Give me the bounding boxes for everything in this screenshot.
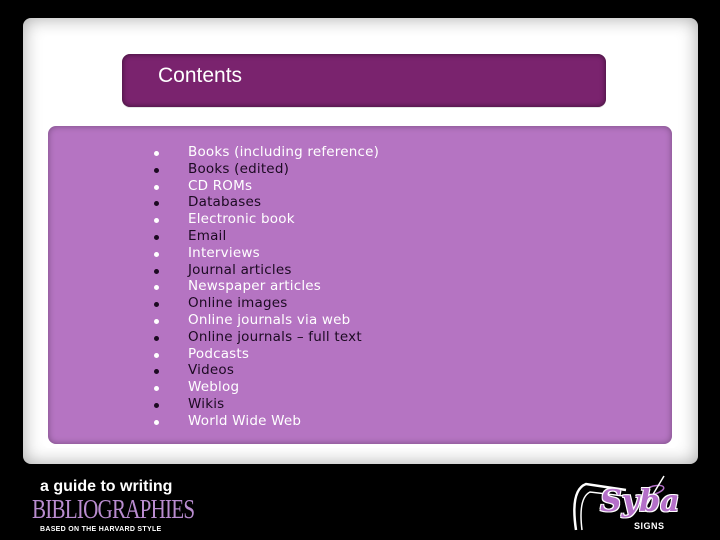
bullet-icon bbox=[154, 302, 159, 308]
list-item-label: Interviews bbox=[188, 244, 260, 261]
list-item-label: Email bbox=[188, 227, 227, 244]
bullet-icon bbox=[154, 369, 159, 375]
slide-title: Contents bbox=[158, 64, 243, 87]
bullet-icon bbox=[154, 151, 159, 156]
list-item-label: Podcasts bbox=[188, 345, 250, 362]
list-item: World Wide Web bbox=[148, 413, 379, 430]
list-item-label: Books (including reference) bbox=[188, 144, 380, 160]
bullet-icon bbox=[154, 335, 159, 341]
bullet-icon bbox=[154, 352, 159, 358]
list-item-label: Wikis bbox=[188, 395, 225, 412]
syba-signs-logo: Syba SIGNS bbox=[566, 470, 706, 536]
list-item: Videos bbox=[148, 362, 379, 379]
list-item-label: Books (edited) bbox=[188, 160, 290, 177]
list-item: Email bbox=[148, 228, 379, 245]
list-item-label: Online journals – full text bbox=[188, 328, 362, 345]
bullet-icon bbox=[154, 402, 159, 408]
list-item: Weblog bbox=[148, 379, 379, 396]
list-item: Electronic book bbox=[148, 211, 379, 228]
list-item: Interviews bbox=[148, 245, 379, 262]
list-item-label: Databases bbox=[188, 194, 262, 211]
contents-list: Books (including reference) Books (edited… bbox=[148, 144, 379, 430]
bullet-icon bbox=[154, 167, 159, 173]
brand-title: BIBLIOGRAPHIES bbox=[32, 494, 195, 524]
bullet-icon bbox=[154, 251, 159, 257]
list-item: Podcasts bbox=[148, 346, 379, 363]
list-item: Wikis bbox=[148, 396, 379, 413]
list-item-label: Online images bbox=[188, 295, 288, 312]
brand-subtitle: BASED ON THE HARVARD STYLE bbox=[40, 526, 162, 533]
list-item: Books (edited) bbox=[148, 161, 379, 178]
bullet-icon bbox=[154, 268, 159, 274]
list-item-label: Videos bbox=[188, 362, 235, 379]
contents-box: Books (including reference) Books (edited… bbox=[48, 126, 672, 444]
logo-name: Syba bbox=[600, 484, 680, 519]
bullet-icon bbox=[154, 201, 159, 207]
list-item: Newspaper articles bbox=[148, 278, 379, 295]
list-item-label: Journal articles bbox=[188, 261, 292, 278]
title-bar: Contents bbox=[122, 54, 606, 107]
list-item-label: World Wide Web bbox=[188, 412, 302, 429]
list-item: Databases bbox=[148, 194, 379, 211]
logo-sub: SIGNS bbox=[634, 521, 665, 531]
list-item: Online images bbox=[148, 295, 379, 312]
list-item: Online journals via web bbox=[148, 312, 379, 329]
list-item-label: Newspaper articles bbox=[188, 278, 322, 295]
list-item-label: Electronic book bbox=[188, 211, 295, 228]
bullet-icon bbox=[154, 318, 159, 324]
bullet-icon bbox=[154, 285, 159, 291]
bullet-icon bbox=[154, 184, 159, 190]
list-item: Books (including reference) bbox=[148, 144, 379, 161]
bullet-icon bbox=[154, 419, 159, 425]
bullet-icon bbox=[154, 218, 159, 224]
list-item-label: CD ROMs bbox=[188, 177, 253, 194]
list-item: Online journals – full text bbox=[148, 329, 379, 346]
list-item-label: Online journals via web bbox=[188, 311, 351, 328]
bullet-icon bbox=[154, 234, 159, 240]
bullet-icon bbox=[154, 386, 159, 392]
list-item: Journal articles bbox=[148, 262, 379, 279]
list-item-label: Weblog bbox=[188, 379, 240, 396]
list-item: CD ROMs bbox=[148, 178, 379, 195]
